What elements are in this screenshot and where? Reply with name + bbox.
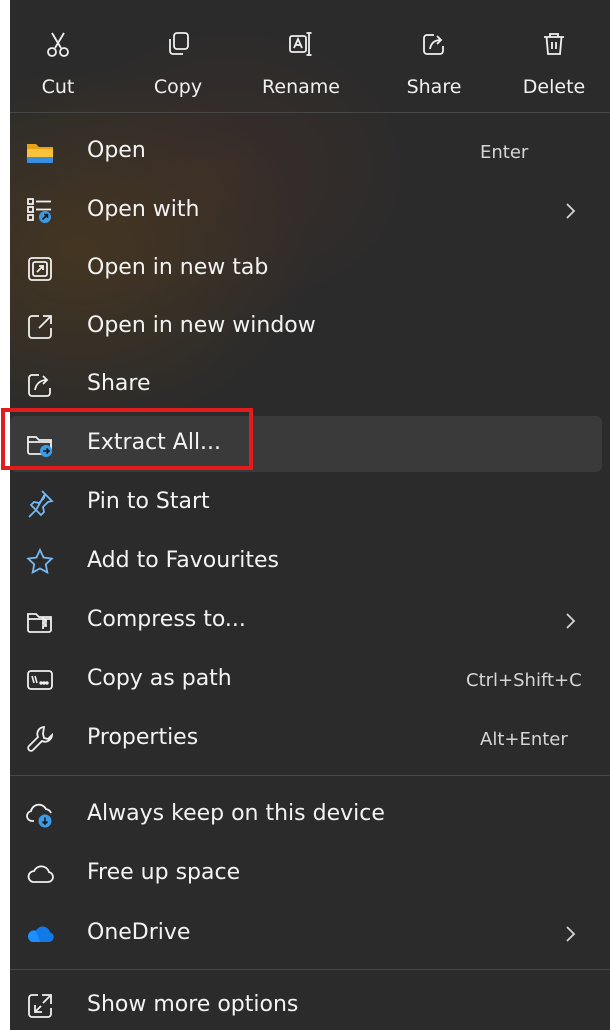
rename-label: Rename: [262, 76, 340, 98]
onedrive-icon: [25, 919, 55, 949]
new-window-icon: [25, 312, 55, 342]
menu-item-shortcut: Ctrl+Shift+C: [466, 670, 582, 691]
menu-item-always-keep-on-this-device[interactable]: Always keep on this device: [10, 787, 610, 843]
context-menu: Cut Copy Rename Share Delete Open Enter …: [10, 0, 610, 1030]
menu-item-open-with[interactable]: Open with: [10, 183, 610, 239]
menu-item-copy-as-path[interactable]: Copy as path Ctrl+Shift+C: [10, 652, 610, 708]
chevron-right-icon: [562, 611, 578, 631]
copy-button[interactable]: Copy: [130, 10, 226, 102]
extract-folder-icon: [25, 429, 55, 459]
menu-item-label: Pin to Start: [87, 489, 210, 514]
delete-button[interactable]: Delete: [506, 10, 602, 102]
rename-icon: [287, 30, 315, 58]
path-icon: [25, 665, 55, 695]
menu-item-extract-all[interactable]: Extract All...: [10, 416, 602, 472]
cloud-icon: [25, 859, 55, 889]
cut-button[interactable]: Cut: [10, 10, 106, 102]
share-label: Share: [406, 76, 462, 98]
folder-icon: [25, 137, 55, 167]
cloud-sync-icon: [25, 800, 55, 830]
menu-item-label: Properties: [87, 725, 199, 750]
menu-item-compress-to[interactable]: Compress to...: [10, 593, 610, 649]
menu-item-label: Open with: [87, 197, 200, 222]
menu-item-free-up-space[interactable]: Free up space: [10, 846, 610, 902]
menu-separator: [10, 775, 610, 776]
menu-item-label: Copy as path: [87, 666, 232, 691]
menu-item-onedrive[interactable]: OneDrive: [10, 906, 610, 962]
menu-item-label: Open in new window: [87, 313, 316, 338]
copy-label: Copy: [153, 76, 203, 98]
rename-button[interactable]: Rename: [253, 10, 349, 102]
menu-item-add-to-favourites[interactable]: Add to Favourites: [10, 534, 610, 590]
menu-item-label: Extract All...: [87, 430, 222, 455]
more-options-icon: [25, 991, 55, 1021]
copy-icon: [164, 30, 192, 58]
menu-item-label: OneDrive: [87, 920, 191, 945]
menu-item-pin-to-start[interactable]: Pin to Start: [10, 475, 610, 531]
scissors-icon: [44, 30, 72, 58]
pin-icon: [25, 488, 55, 518]
menu-item-properties[interactable]: Properties Alt+Enter: [10, 711, 610, 767]
menu-item-shortcut: Enter: [480, 142, 529, 163]
menu-separator: [10, 969, 610, 970]
share-icon: [420, 30, 448, 58]
menu-item-label: Always keep on this device: [87, 801, 385, 826]
compress-icon: [25, 606, 55, 636]
menu-item-label: Free up space: [87, 860, 241, 885]
share-button[interactable]: Share: [386, 10, 482, 102]
menu-item-label: Compress to...: [87, 607, 246, 632]
new-tab-icon: [25, 254, 55, 284]
menu-item-label: Add to Favourites: [87, 548, 279, 573]
menu-item-label: Share: [87, 371, 151, 396]
wrench-icon: [25, 724, 55, 754]
menu-item-shortcut: Alt+Enter: [480, 729, 568, 750]
open-with-icon: [25, 196, 55, 226]
menu-item-label: Show more options: [87, 992, 299, 1017]
menu-item-open-in-new-tab[interactable]: Open in new tab: [10, 241, 610, 297]
cut-label: Cut: [41, 76, 75, 98]
menu-item-share[interactable]: Share: [10, 357, 610, 413]
menu-item-label: Open in new tab: [87, 255, 269, 280]
menu-item-label: Open: [87, 138, 146, 163]
trash-icon: [540, 30, 568, 58]
delete-label: Delete: [522, 76, 586, 98]
share-icon: [25, 370, 55, 400]
chevron-right-icon: [562, 924, 578, 944]
chevron-right-icon: [562, 201, 578, 221]
menu-item-open[interactable]: Open Enter: [10, 124, 610, 180]
menu-item-show-more-options[interactable]: Show more options: [10, 978, 610, 1030]
context-menu-toolbar: Cut Copy Rename Share Delete: [10, 0, 610, 113]
star-icon: [25, 547, 55, 577]
menu-item-open-in-new-window[interactable]: Open in new window: [10, 299, 610, 355]
